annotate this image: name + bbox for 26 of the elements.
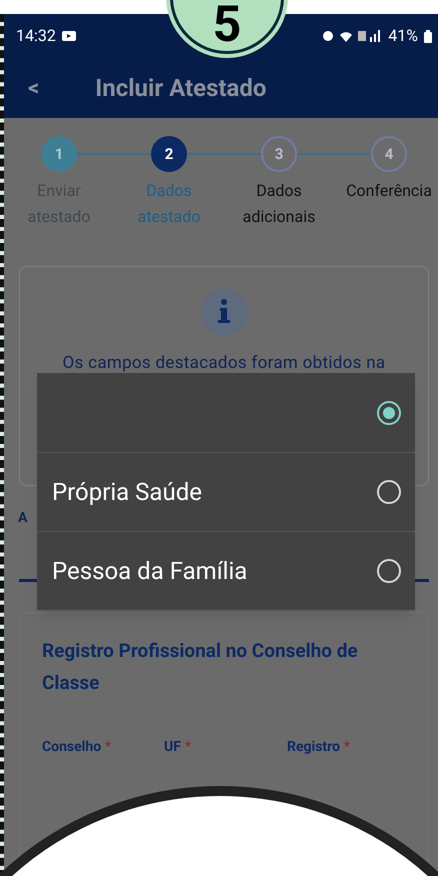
required-mark: * bbox=[344, 738, 350, 757]
screen-title: Incluir Atestado bbox=[95, 73, 266, 104]
info-icon bbox=[201, 289, 247, 335]
section-label: A bbox=[18, 509, 28, 528]
required-mark: * bbox=[105, 738, 112, 757]
signal-icons bbox=[322, 29, 382, 43]
step-label: Conferência bbox=[345, 180, 433, 202]
status-time: 14:32 bbox=[16, 25, 56, 47]
video-icon bbox=[62, 31, 76, 41]
radio-button[interactable] bbox=[377, 559, 401, 583]
field-label: Registro bbox=[287, 738, 340, 757]
required-mark: * bbox=[184, 738, 191, 757]
field-label: Conselho bbox=[42, 738, 102, 757]
dialog-option[interactable]: Pessoa da Família bbox=[37, 531, 415, 610]
battery-percent: 41% bbox=[388, 25, 418, 47]
field-label: UF bbox=[164, 738, 181, 757]
card-title: Registro Profissional no Conselho de Classe bbox=[42, 638, 359, 696]
step-label: Dados adicionais bbox=[242, 180, 316, 228]
step-label: Dados atestado bbox=[136, 180, 202, 228]
radio-button[interactable] bbox=[377, 480, 401, 504]
radio-button[interactable] bbox=[377, 400, 401, 424]
badge-number: 5 bbox=[212, 0, 242, 53]
back-button[interactable]: < bbox=[28, 72, 40, 104]
battery-icon bbox=[424, 30, 432, 42]
info-text: Os campos destacados foram obtidos na bbox=[62, 352, 386, 375]
dialog-option[interactable]: Própria Saúde bbox=[37, 452, 415, 531]
